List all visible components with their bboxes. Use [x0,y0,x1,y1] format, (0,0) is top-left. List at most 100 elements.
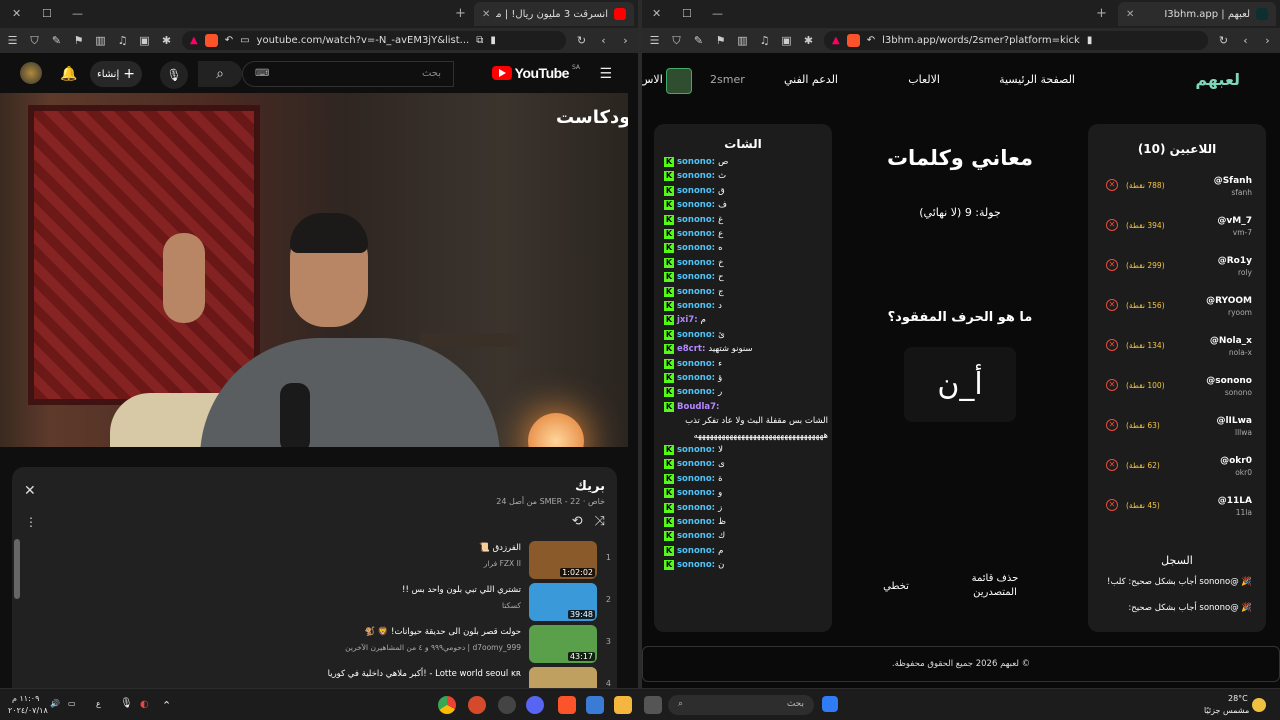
playlist-scrollbar[interactable] [14,539,20,599]
chat-username[interactable]: Boudla7: [677,402,719,412]
remove-player-icon[interactable]: ✕ [1106,499,1118,511]
shuffle-icon[interactable]: ⤨ [595,514,605,529]
back-icon[interactable]: ‹ [597,34,610,47]
sidebar-icon[interactable]: ▥ [94,34,107,47]
chat-username[interactable]: sonono: [677,287,715,297]
chat-username[interactable]: sonono: [677,503,715,513]
search-icon[interactable]: ⌕ [198,61,242,87]
remove-player-icon[interactable]: ✕ [1106,339,1118,351]
playlist-title[interactable]: بريك [575,479,605,494]
bookmark-icon[interactable]: ⚑ [714,34,727,47]
store-icon[interactable] [586,696,604,714]
remove-player-icon[interactable]: ✕ [1106,459,1118,471]
weather-desc[interactable]: مشمس جزئيًا [1204,706,1249,715]
music-icon[interactable]: ♫ [116,34,129,47]
user-avatar[interactable] [666,68,692,94]
site-info-icon[interactable]: ▭ [240,35,249,46]
item-thumbnail[interactable]: 43:17 [529,625,597,663]
nav-username[interactable]: 2smer [710,73,745,86]
account-avatar[interactable] [20,62,42,84]
screenshot-icon[interactable]: ▣ [138,34,151,47]
chat-username[interactable]: sonono: [677,531,715,541]
chat-username[interactable]: sonono: [677,387,715,397]
playlist-item[interactable]: 4 Lotte world seoul ᴋʀ - !أكبر ملاهي داخ… [26,665,611,688]
back-icon[interactable]: ‹ [1239,34,1252,47]
notifications-bell-icon[interactable]: 🔔 [60,66,77,82]
close-window-icon[interactable]: ✕ [652,7,661,20]
taskbar-search[interactable]: بحث ⌕ [668,695,814,715]
clock-date[interactable]: ٢٠٢٤/٠٧/١٨ [8,706,48,715]
chat-username[interactable]: sonono: [677,229,715,239]
vpn-icon[interactable]: ▲ [190,35,198,46]
brave-shield-icon[interactable] [846,34,860,47]
forward-icon[interactable]: › [1261,34,1274,47]
microphone-icon[interactable]: 🎙 [160,61,188,89]
extensions-icon[interactable]: ✎ [50,34,63,47]
close-window-icon[interactable]: ✕ [12,7,21,20]
chat-username[interactable]: sonono: [677,171,715,181]
more-options-icon[interactable]: ⋮ [25,515,37,529]
share-icon[interactable]: ↶ [225,35,233,46]
chat-username[interactable]: sonono: [677,301,715,311]
brave-taskbar-icon[interactable] [558,696,576,714]
playlist-item[interactable]: 1 1:02:02 الفرزدق 📜 FZX II فرار [26,539,611,579]
minimize-icon[interactable]: — [72,7,83,20]
menu-icon[interactable]: ☰ [648,34,661,47]
address-bar[interactable]: ▲ ↶ l3bhm.app/words/2smer?platform=kick … [824,31,1208,50]
menu-icon[interactable]: ☰ [6,34,19,47]
item-channel[interactable]: d7oomy_999 | دحومي٩٩٩ و ٤ من المشاهيرن ا… [345,643,521,652]
chat-username[interactable]: sonono: [677,272,715,282]
sidebar-icon[interactable]: ▥ [736,34,749,47]
chat-username[interactable]: sonono: [677,560,715,570]
chrome-icon[interactable] [438,696,456,714]
forward-icon[interactable]: › [619,34,632,47]
remove-player-icon[interactable]: ✕ [1106,259,1118,271]
item-channel[interactable]: كسكتا [502,601,521,610]
item-title[interactable]: الفرزدق 📜 [479,543,521,553]
puzzle-icon[interactable]: ✱ [802,34,815,47]
chat-username[interactable]: sonono: [677,200,715,210]
microphone-tray-icon[interactable]: 🎙 [120,698,133,709]
share-icon[interactable]: ↶ [867,35,875,46]
nav-login-link[interactable]: الاس [642,73,663,86]
maximize-icon[interactable]: ☐ [682,7,692,20]
close-tab-icon[interactable]: ✕ [482,9,490,20]
item-thumbnail[interactable] [529,667,597,688]
skip-button[interactable]: تخطي [876,580,916,594]
volume-icon[interactable]: 🔊 [50,699,60,708]
nav-support-link[interactable]: الدعم الفني [784,73,838,86]
reload-icon[interactable]: ↻ [575,34,588,47]
minimize-icon[interactable]: — [712,7,723,20]
item-thumbnail[interactable]: 1:02:02 [529,541,597,579]
remove-player-icon[interactable]: ✕ [1106,179,1118,191]
task-view-icon[interactable] [644,696,662,714]
bookmark-page-icon[interactable]: ▮ [490,35,496,46]
extensions-icon[interactable]: ✎ [692,34,705,47]
chat-username[interactable]: sonono: [677,459,715,469]
remove-player-icon[interactable]: ✕ [1106,299,1118,311]
tab-youtube[interactable]: انسرقت 3 مليون ريال! | مفرج خ... ✕ [474,2,634,26]
chat-username[interactable]: sonono: [677,258,715,268]
chat-username[interactable]: sonono: [677,215,715,225]
address-bar[interactable]: ▲ ↶ ▭ youtube.com/watch?v=-N_-avEM3jY&li… [182,31,566,50]
windows-start-icon[interactable] [822,696,838,712]
file-explorer-icon[interactable] [614,696,632,714]
clock-time[interactable]: ١١:٠٩ م [12,694,39,703]
item-title[interactable]: تشتري اللي تبي بلون واحد بس !! [402,585,521,595]
chat-username[interactable]: jxi7: [677,315,698,325]
nav-home-link[interactable]: الصفحة الرئيسية [999,73,1075,86]
music-icon[interactable]: ♫ [758,34,771,47]
youtube-logo[interactable]: YouTube SA [491,64,580,81]
item-thumbnail[interactable]: 39:48 [529,583,597,621]
youtube-menu-icon[interactable]: ☰ [599,66,612,82]
close-tab-icon[interactable]: ✕ [1126,9,1134,20]
nav-games-link[interactable]: الالعاب [908,73,940,86]
item-channel[interactable]: FZX II فرار [484,559,521,568]
playlist-item[interactable]: 2 39:48 تشتري اللي تبي بلون واحد بس !! ك… [26,581,611,621]
chat-username[interactable]: sonono: [677,546,715,556]
chat-username[interactable]: e8crt: [677,344,705,354]
screenshot-icon[interactable]: ▣ [780,34,793,47]
network-icon[interactable]: ▭ [68,699,76,708]
red-app-icon[interactable] [468,696,486,714]
playlist-item[interactable]: 3 43:17 حولت قصر بلون الى حديقة حيوانات!… [26,623,611,663]
